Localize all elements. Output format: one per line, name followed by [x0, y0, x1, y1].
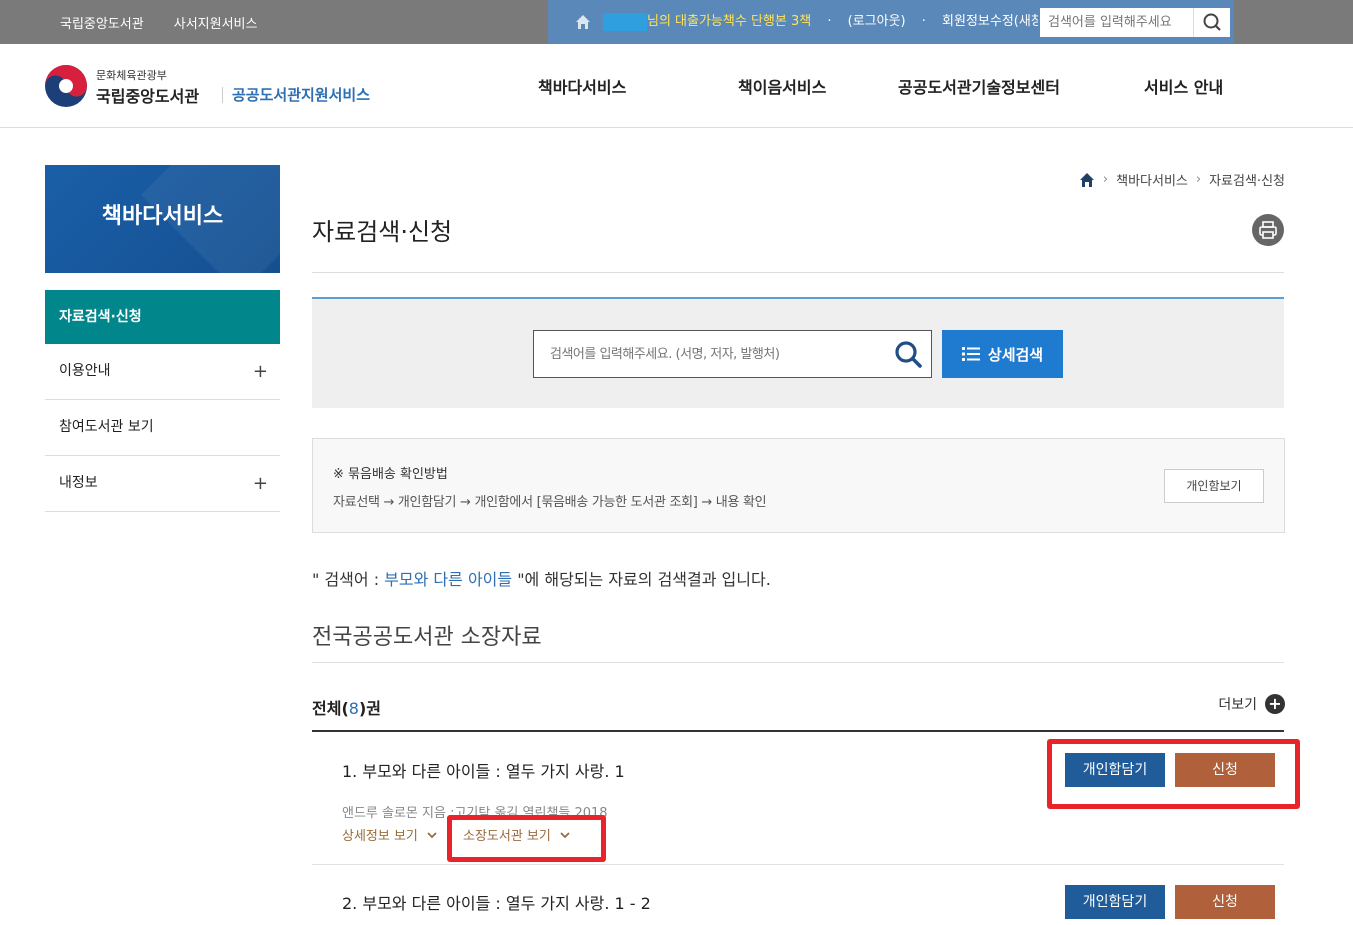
detail-search-label: 상세검색	[987, 345, 1044, 364]
expand-icon[interactable]: +	[253, 456, 268, 511]
expand-icon[interactable]: +	[253, 344, 268, 399]
bundle-delivery-notice: ※ 묶음배송 확인방법 자료선택 → 개인함담기 → 개인함에서 [묶음배송 가…	[312, 438, 1285, 533]
breadcrumb: › 책바다서비스 › 자료검색·신청	[1079, 170, 1285, 189]
detail-info-label: 상세정보 보기	[342, 829, 418, 844]
add-to-cart-button[interactable]: 개인함담기	[1065, 885, 1165, 919]
member-edit-link[interactable]: 회원정보수정(새창)	[942, 14, 1048, 29]
book-title[interactable]: 1. 부모와 다른 아이들 : 열두 가지 사랑. 1	[342, 758, 625, 782]
search-icon	[1203, 13, 1221, 31]
view-cart-button[interactable]: 개인함보기	[1164, 469, 1264, 503]
total-number: 8	[348, 699, 359, 718]
sidebar-item-label: 이용안내	[59, 363, 111, 379]
loan-status: 님의 대출가능책수 단행본 3책 · (로그아웃) · 회원정보수정(새창)	[647, 14, 1048, 29]
sidebar-item-search-apply[interactable]: 자료검색·신청	[45, 290, 280, 344]
logo-divider	[222, 87, 223, 103]
search-area: 상세검색	[312, 297, 1284, 408]
total-count: 전체(8)권	[312, 695, 381, 719]
ministry-label: 문화체육관광부	[96, 69, 167, 82]
sidebar-item-label: 자료검색·신청	[59, 309, 142, 325]
chevron-down-icon	[427, 832, 437, 839]
top-search-input[interactable]	[1040, 8, 1193, 37]
print-button[interactable]	[1252, 214, 1284, 246]
sidebar-item-guide[interactable]: 이용안내 +	[45, 344, 280, 400]
main-search-button[interactable]	[893, 339, 923, 369]
more-link[interactable]: 더보기 +	[1218, 694, 1285, 714]
divider	[312, 662, 1284, 663]
result-message: " 검색어 : 부모와 다른 아이들 "에 해당되는 자료의 검색결과 입니다.	[312, 566, 771, 590]
sidebar-item-label: 참여도서관 보기	[59, 419, 154, 435]
main-search-box	[533, 330, 932, 378]
service-label: 공공도서관지원서비스	[232, 86, 371, 104]
notice-steps: 자료선택 → 개인함담기 → 개인함에서 [묶음배송 가능한 도서관 조회] →…	[333, 495, 767, 510]
breadcrumb-item[interactable]: 책바다서비스	[1116, 170, 1188, 189]
list-icon	[961, 347, 980, 361]
more-label: 더보기	[1218, 697, 1257, 713]
home-icon[interactable]	[575, 14, 591, 30]
chevron-right-icon: ›	[1195, 172, 1202, 187]
home-icon[interactable]	[1079, 172, 1095, 188]
top-search-button[interactable]	[1193, 8, 1230, 37]
sidebar-title: 책바다서비스	[45, 165, 280, 273]
search-keyword: 부모와 다른 아이들	[384, 570, 513, 589]
gnb-chaekbada[interactable]: 책바다서비스	[538, 74, 626, 98]
top-utility-bar: 국립중앙도서관 사서지원서비스 님의 대출가능책수 단행본 3책 · (로그아웃…	[0, 0, 1353, 44]
result-item: 2. 부모와 다른 아이들 : 열두 가지 사랑. 1 - 2 개인함담기 신청	[312, 865, 1284, 925]
plus-circle-icon: +	[1265, 694, 1285, 714]
result-suffix: "에 해당되는 자료의 검색결과 입니다.	[512, 570, 771, 589]
highlight-box-buttons	[1047, 739, 1300, 809]
book-title[interactable]: 2. 부모와 다른 아이들 : 열두 가지 사랑. 1 - 2	[342, 890, 651, 914]
divider	[312, 272, 1284, 273]
link-librarian-service[interactable]: 사서지원서비스	[174, 13, 258, 32]
breadcrumb-current: 자료검색·신청	[1209, 174, 1285, 189]
total-suffix: )권	[358, 699, 381, 718]
sidebar-item-my-info[interactable]: 내정보 +	[45, 456, 280, 512]
apply-button[interactable]: 신청	[1175, 885, 1275, 919]
detail-search-button[interactable]: 상세검색	[942, 330, 1063, 378]
page-title: 자료검색·신청	[312, 218, 453, 246]
total-prefix: 전체(	[312, 699, 349, 718]
logout-link[interactable]: (로그아웃)	[848, 14, 906, 29]
chevron-right-icon: ›	[1102, 172, 1109, 187]
loan-count-text: 님의 대출가능책수 단행본 3책	[647, 14, 812, 29]
link-national-library[interactable]: 국립중앙도서관	[60, 13, 144, 32]
gnb-chaekieum[interactable]: 책이음서비스	[738, 74, 826, 98]
sidebar-item-label: 내정보	[59, 475, 98, 491]
result-prefix: " 검색어 :	[312, 570, 385, 589]
top-search-box	[1038, 6, 1232, 39]
taegeuk-logo-icon	[45, 65, 87, 107]
main-search-input[interactable]	[534, 331, 884, 377]
library-label: 국립중앙도서관	[96, 87, 200, 106]
sidebar-item-libraries[interactable]: 참여도서관 보기	[45, 400, 280, 456]
gnb-service-guide[interactable]: 서비스 안내	[1144, 74, 1223, 98]
notice-heading: ※ 묶음배송 확인방법	[333, 467, 448, 482]
printer-icon	[1259, 221, 1277, 239]
user-name-redacted	[603, 13, 647, 31]
detail-info-toggle[interactable]: 상세정보 보기	[342, 825, 438, 844]
section-title: 전국공공도서관 소장자료	[312, 625, 542, 650]
family-links: 국립중앙도서관 사서지원서비스	[60, 0, 257, 44]
sidebar-menu: 자료검색·신청 이용안내 + 참여도서관 보기 내정보 +	[45, 290, 280, 512]
highlight-box-holdings	[447, 815, 606, 862]
site-header: 문화체육관광부 국립중앙도서관 공공도서관지원서비스 책바다서비스 책이음서비스…	[0, 44, 1353, 128]
gnb-tech-info[interactable]: 공공도서관기술정보센터	[898, 74, 1060, 98]
search-icon	[895, 341, 922, 368]
